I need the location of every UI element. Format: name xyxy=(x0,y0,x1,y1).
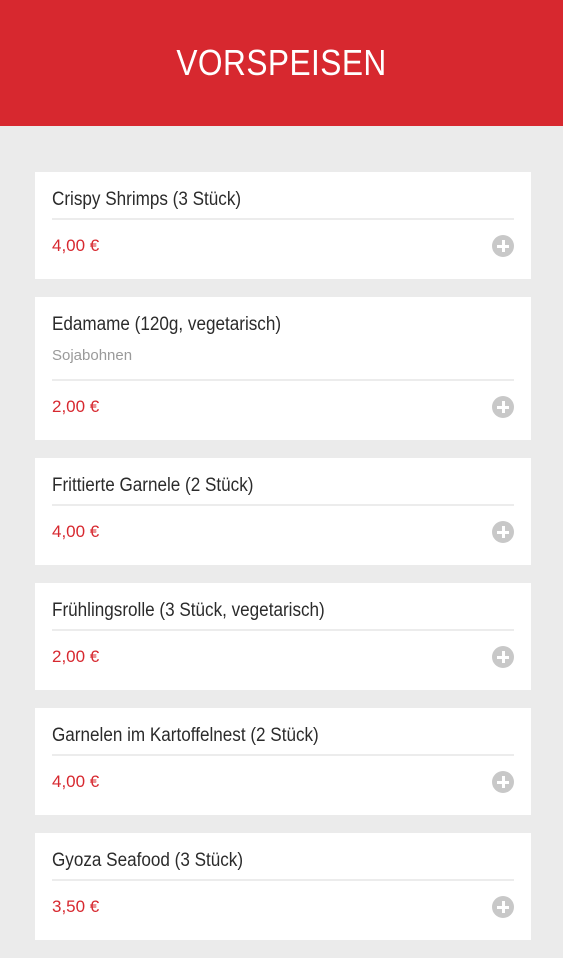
menu-item-name: Gyoza Seafood (3 Stück) xyxy=(52,850,244,871)
app-header: VORSPEISEN xyxy=(0,0,563,126)
add-circle-icon[interactable] xyxy=(492,396,514,418)
menu-item-name: Frittierte Garnele (2 Stück) xyxy=(52,475,254,496)
add-circle-icon[interactable] xyxy=(492,771,514,793)
page-title: VORSPEISEN xyxy=(176,42,387,83)
menu-item[interactable]: Frittierte Garnele (2 Stück) 4,00 € xyxy=(35,458,531,565)
divider xyxy=(52,754,514,756)
menu-item[interactable]: Frühlingsrolle (3 Stück, vegetarisch) 2,… xyxy=(35,583,531,690)
add-circle-icon[interactable] xyxy=(492,646,514,668)
menu-item-price: 2,00 € xyxy=(52,397,100,416)
menu-item[interactable]: Edamame (120g, vegetarisch) Sojabohnen 2… xyxy=(35,297,531,440)
menu-item[interactable]: Crispy Shrimps (3 Stück) 4,00 € xyxy=(35,172,531,279)
add-circle-icon[interactable] xyxy=(492,235,514,257)
divider xyxy=(52,504,514,506)
divider xyxy=(52,218,514,220)
menu-item-price: 4,00 € xyxy=(52,772,100,791)
menu-item-name: Garnelen im Kartoffelnest (2 Stück) xyxy=(52,725,319,746)
divider xyxy=(52,379,514,381)
menu-item-name: Crispy Shrimps (3 Stück) xyxy=(52,189,242,210)
menu-list: Crispy Shrimps (3 Stück) 4,00 € Edamame … xyxy=(35,172,531,958)
menu-item-price: 2,00 € xyxy=(52,647,100,666)
menu-item-price: 3,50 € xyxy=(52,897,100,916)
menu-item-name: Edamame (120g, vegetarisch) xyxy=(52,314,282,335)
menu-item-description: Sojabohnen xyxy=(52,347,133,364)
add-circle-icon[interactable] xyxy=(492,521,514,543)
menu-item-price: 4,00 € xyxy=(52,236,100,255)
add-circle-icon[interactable] xyxy=(492,896,514,918)
menu-item-price: 4,00 € xyxy=(52,522,100,541)
divider xyxy=(52,629,514,631)
menu-item-name: Frühlingsrolle (3 Stück, vegetarisch) xyxy=(52,600,325,621)
menu-item[interactable]: Garnelen im Kartoffelnest (2 Stück) 4,00… xyxy=(35,708,531,815)
divider xyxy=(52,879,514,881)
menu-item[interactable]: Gyoza Seafood (3 Stück) 3,50 € xyxy=(35,833,531,940)
